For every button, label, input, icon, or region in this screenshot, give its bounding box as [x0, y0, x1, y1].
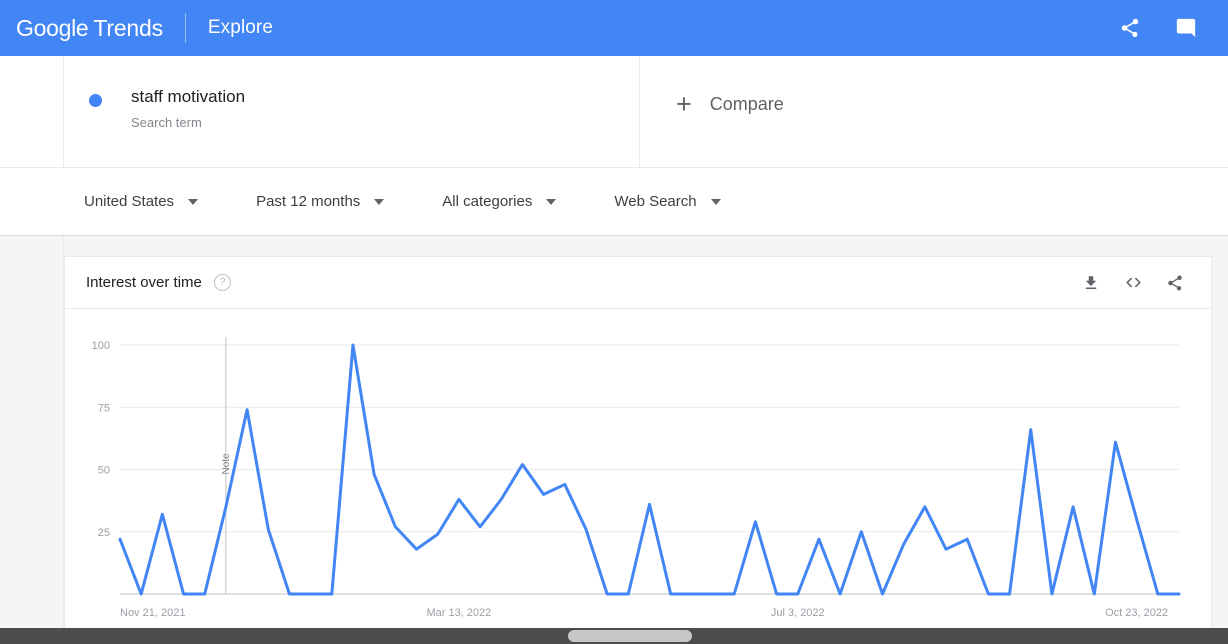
chevron-down-icon	[710, 198, 721, 205]
horizontal-scrollbar[interactable]	[0, 628, 1228, 644]
filter-region[interactable]: United States	[84, 193, 199, 210]
google-trends-logo[interactable]: Google Trends	[16, 15, 163, 42]
embed-code-icon[interactable]	[1117, 267, 1149, 299]
y-axis-tick-label: 50	[98, 465, 110, 477]
header-divider	[184, 13, 186, 43]
share-icon[interactable]	[1159, 267, 1191, 299]
chevron-down-icon	[546, 198, 557, 205]
search-term-card[interactable]: staff motivation Search term	[64, 56, 640, 167]
x-axis-tick-label: Nov 21, 2021	[120, 607, 185, 619]
terms-left-gutter	[0, 56, 64, 167]
feedback-message-icon[interactable]	[1166, 8, 1206, 48]
x-axis-tick-label: Jul 3, 2022	[771, 607, 825, 619]
logo-trends-text: Trends	[93, 14, 163, 41]
chart-annotation-line: Note	[221, 337, 232, 594]
chart-y-axis-labels: 25 50 75 100	[92, 340, 110, 539]
interest-over-time-card: Interest over time ? 25 50 75 100 Nov 21…	[64, 256, 1212, 644]
filter-bar: United States Past 12 months All categor…	[0, 168, 1228, 236]
chevron-down-icon	[188, 198, 199, 205]
plus-icon: +	[676, 89, 692, 119]
search-term-label: staff motivation	[131, 87, 246, 106]
filter-category-label: All categories	[442, 193, 533, 210]
card-header: Interest over time ?	[65, 257, 1211, 309]
series-color-dot	[89, 94, 102, 107]
search-term-text-group: staff motivation Search term	[131, 86, 245, 131]
compare-label: Compare	[709, 94, 784, 114]
search-terms-row: staff motivation Search term + Compare	[0, 56, 1228, 168]
nav-explore[interactable]: Explore	[208, 17, 273, 39]
y-axis-tick-label: 100	[92, 340, 110, 352]
filter-time-range-label: Past 12 months	[256, 193, 361, 210]
page-title: Interest over time	[86, 274, 202, 291]
scrollbar-thumb[interactable]	[568, 630, 692, 642]
chart-area[interactable]: 25 50 75 100 Nov 21, 2021 Mar 13, 2022 Jul 3,…	[65, 309, 1211, 644]
add-comparison-button[interactable]: + Compare	[640, 56, 1228, 167]
chart-x-axis-labels: Nov 21, 2021 Mar 13, 2022 Jul 3, 2022 Oct 2…	[120, 607, 1168, 619]
card-action-group	[1065, 267, 1191, 299]
filter-search-type[interactable]: Web Search	[614, 193, 721, 210]
annotation-label: Note	[221, 453, 232, 475]
x-axis-tick-label: Oct 23, 2022	[1105, 607, 1168, 619]
y-axis-tick-label: 75	[98, 402, 110, 414]
filter-region-label: United States	[84, 193, 175, 210]
header-icon-group	[1094, 8, 1206, 48]
help-icon[interactable]: ?	[213, 274, 231, 291]
google-trends-explore-page: Google Trends Explore staff motivation S…	[0, 0, 1228, 644]
main-content-area: Interest over time ? 25 50 75 100 Nov 21…	[0, 236, 1228, 644]
chevron-down-icon	[374, 198, 385, 205]
content-left-gutter	[0, 236, 64, 628]
logo-google-text: Google	[16, 14, 89, 41]
share-icon[interactable]	[1110, 8, 1150, 48]
filter-category[interactable]: All categories	[442, 193, 557, 210]
search-term-type-label: Search term	[131, 115, 202, 130]
chart-gridlines	[120, 344, 1179, 595]
filter-search-type-label: Web Search	[614, 193, 697, 210]
interest-over-time-chart[interactable]: 25 50 75 100 Nov 21, 2021 Mar 13, 2022 Jul 3,…	[65, 309, 1211, 644]
download-icon[interactable]	[1075, 267, 1107, 299]
y-axis-tick-label: 25	[98, 527, 110, 539]
app-header: Google Trends Explore	[0, 0, 1228, 56]
x-axis-tick-label: Mar 13, 2022	[426, 607, 491, 619]
filter-time-range[interactable]: Past 12 months	[256, 193, 385, 210]
